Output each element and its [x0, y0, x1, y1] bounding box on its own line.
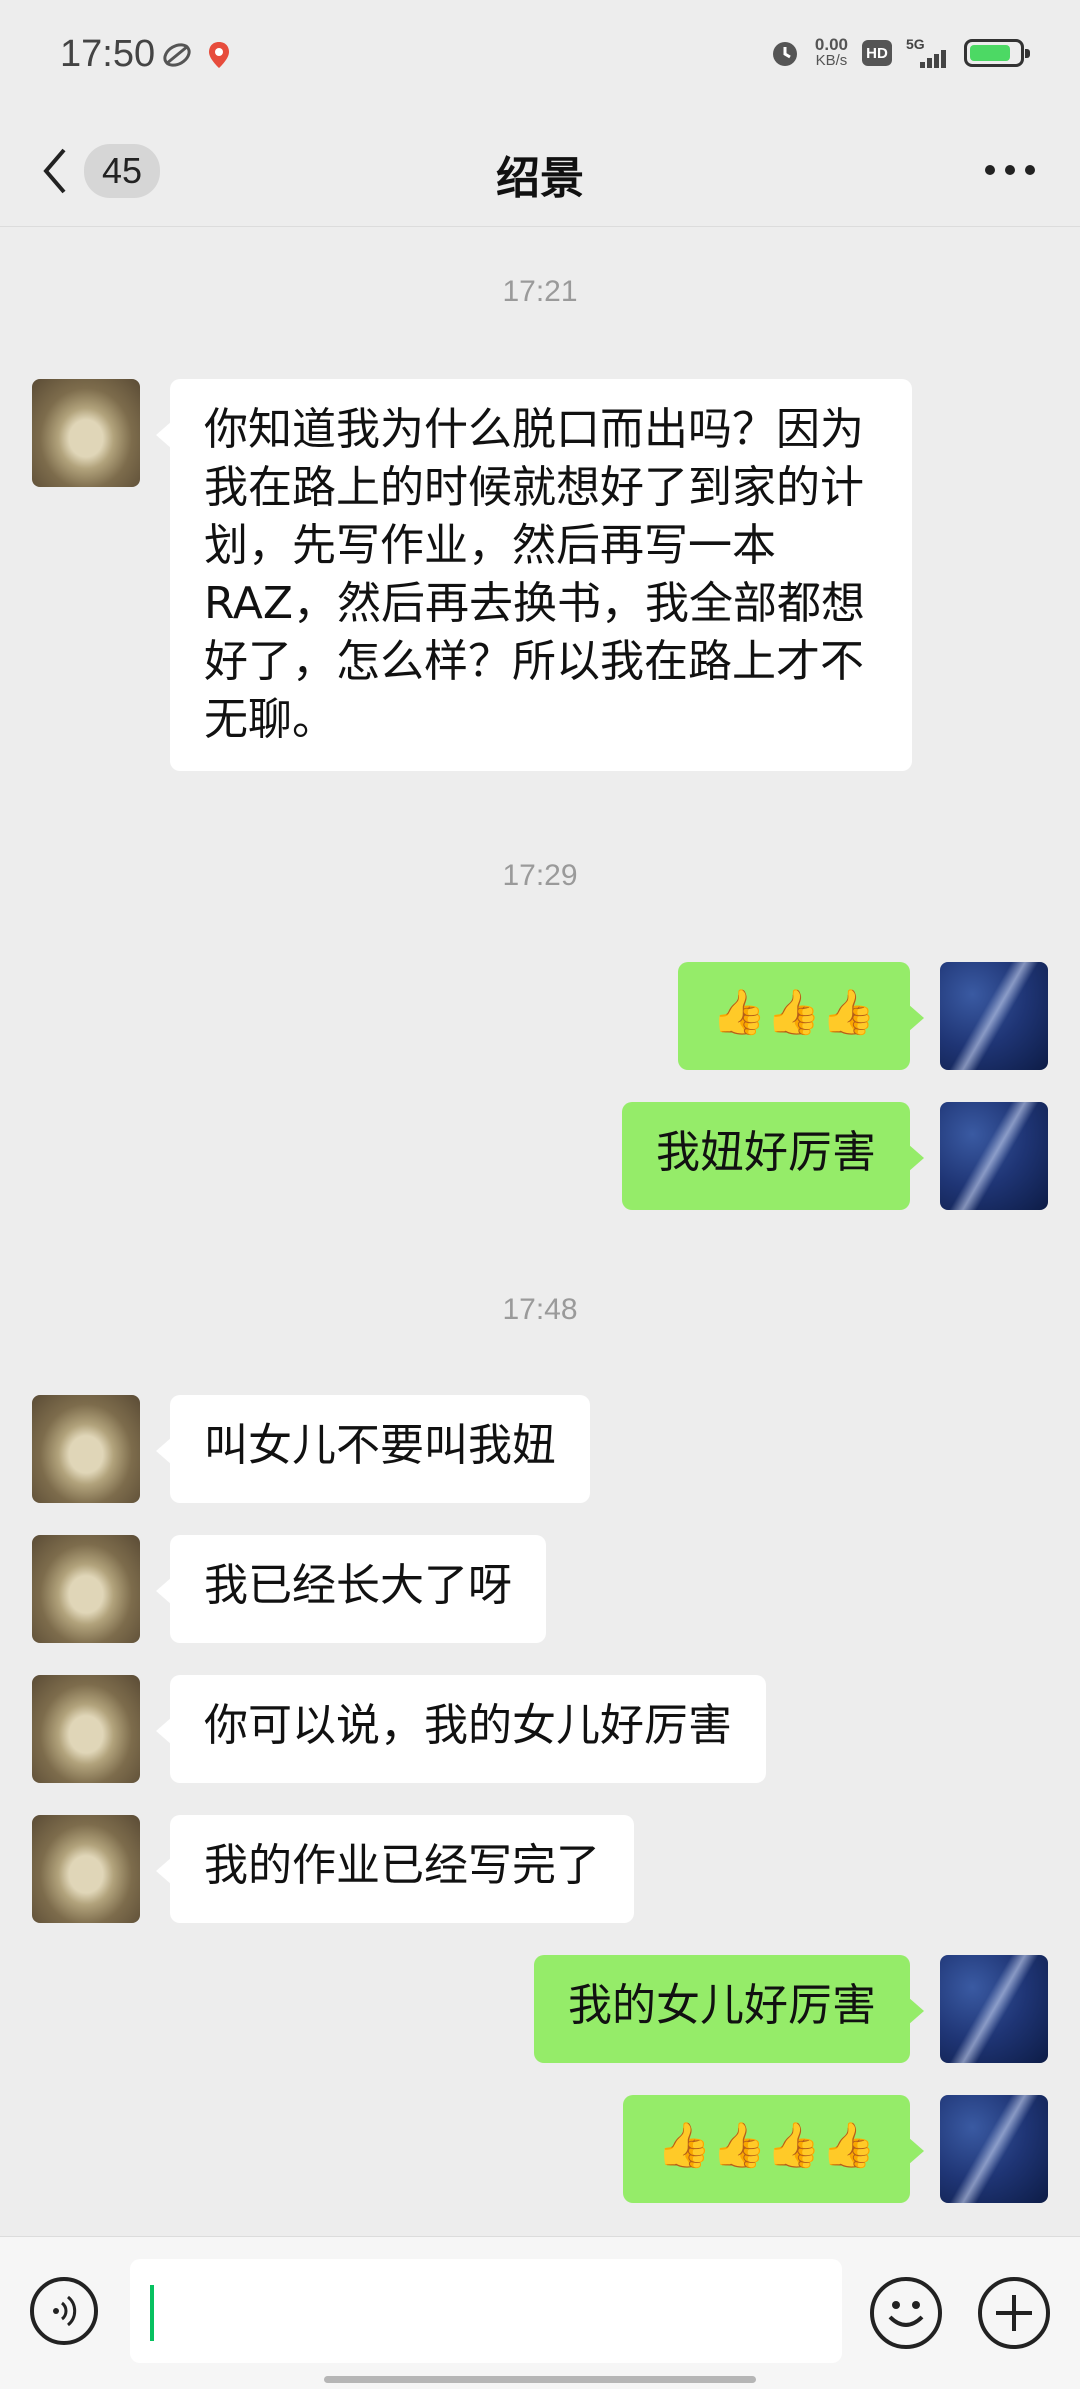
more-functions-button[interactable]	[978, 2277, 1050, 2349]
incoming-message-bubble[interactable]: 叫女儿不要叫我妞	[156, 1395, 590, 1503]
my-avatar[interactable]	[940, 962, 1048, 1070]
network-speed-unit: KB/s	[815, 52, 848, 69]
my-avatar[interactable]	[940, 2095, 1048, 2203]
status-notification-icons	[162, 40, 232, 70]
alarm-icon	[772, 42, 797, 66]
my-avatar[interactable]	[940, 1955, 1048, 2063]
status-bar: 17:50 0.00 KB/s HD 5G	[0, 0, 1080, 116]
home-indicator[interactable]	[324, 2376, 756, 2383]
network-speed: 0.00 KB/s	[814, 35, 848, 69]
message-input-bar	[0, 2236, 1080, 2389]
timestamp: 17:21	[502, 275, 578, 308]
my-avatar[interactable]	[940, 1102, 1048, 1210]
voice-icon	[53, 2295, 77, 2327]
text-caret	[150, 2285, 154, 2341]
voice-button[interactable]	[30, 2277, 98, 2345]
chat-header: 45 绍景	[0, 116, 1080, 227]
chat-message-list[interactable]: 17:21 你知道我为什么脱口而出吗？因为我在路上的时候就想好了到家的计划，先写…	[0, 227, 1080, 2234]
chat-title: 绍景	[496, 153, 584, 204]
outgoing-message-bubble[interactable]: 👍👍👍	[677, 962, 925, 1070]
emoji-icon	[888, 2301, 924, 2327]
sync-icon	[163, 43, 191, 67]
hd-badge: HD	[862, 40, 892, 66]
battery-icon	[964, 39, 1030, 67]
message-text-input[interactable]	[130, 2259, 842, 2363]
outgoing-message-bubble[interactable]: 我妞好厉害	[622, 1102, 924, 1210]
contact-avatar[interactable]	[32, 1535, 140, 1643]
contact-avatar[interactable]	[32, 1675, 140, 1783]
contact-avatar[interactable]	[32, 379, 140, 487]
timestamp: 17:48	[502, 1293, 578, 1326]
timestamp: 17:29	[502, 859, 578, 892]
plus-icon	[996, 2295, 1032, 2331]
status-time: 17:50	[60, 33, 156, 75]
outgoing-message-bubble[interactable]: 👍👍👍👍	[622, 2095, 925, 2203]
status-right-icons: 0.00 KB/s HD 5G	[769, 35, 1030, 70]
contact-avatar[interactable]	[32, 1815, 140, 1923]
incoming-message-bubble[interactable]: 你可以说，我的女儿好厉害	[156, 1675, 766, 1783]
emoji-button[interactable]	[870, 2277, 942, 2349]
more-button[interactable]	[980, 150, 1040, 190]
contact-avatar[interactable]	[32, 1395, 140, 1503]
incoming-message-bubble[interactable]: 你知道我为什么脱口而出吗？因为我在路上的时候就想好了到家的计划，先写作业，然后再…	[156, 379, 912, 771]
location-pin-icon	[209, 42, 229, 68]
incoming-message-bubble[interactable]: 我已经长大了呀	[156, 1535, 546, 1643]
signal-5g-icon: 5G	[906, 36, 946, 68]
more-dots-icon	[985, 165, 1035, 175]
incoming-message-bubble[interactable]: 我的作业已经写完了	[156, 1815, 634, 1923]
network-speed-value: 0.00	[814, 35, 848, 54]
network-type-label: 5G	[906, 36, 925, 52]
outgoing-message-bubble[interactable]: 我的女儿好厉害	[534, 1955, 924, 2063]
